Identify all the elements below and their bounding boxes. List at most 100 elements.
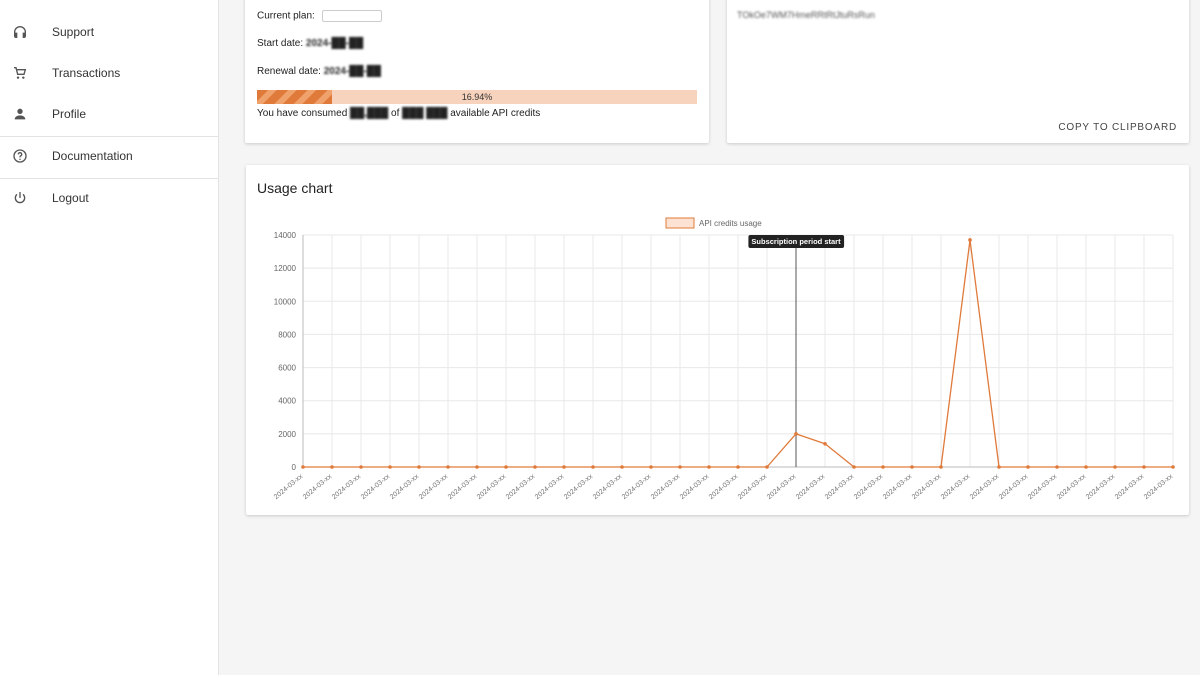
current-plan-row: Current plan: xyxy=(257,10,382,22)
copy-to-clipboard-button[interactable]: COPY TO CLIPBOARD xyxy=(1058,122,1177,133)
annotation-label: Subscription period start xyxy=(751,237,841,246)
data-point xyxy=(533,465,537,469)
current-plan-label: Current plan: xyxy=(257,10,315,22)
sidebar-divider xyxy=(0,178,219,179)
sidebar-item-logout[interactable]: Logout xyxy=(0,180,219,216)
legend-swatch xyxy=(665,217,695,229)
progress-percent: 16.94% xyxy=(461,92,493,102)
total-credits-value: ███ ███ xyxy=(402,108,448,119)
x-tick-label: 2024-03-xx xyxy=(418,473,450,501)
data-point xyxy=(794,432,798,436)
x-tick-label: 2024-03-xx xyxy=(911,473,943,501)
y-tick-label: 14000 xyxy=(274,231,297,240)
x-tick-label: 2024-03-xx xyxy=(1114,473,1146,501)
data-point xyxy=(417,465,421,469)
x-tick-label: 2024-03-xx xyxy=(1143,473,1175,501)
data-point xyxy=(736,465,740,469)
sidebar-item-transactions[interactable]: Transactions xyxy=(0,55,219,91)
legend-label: API credits usage xyxy=(699,219,762,228)
sidebar-item-profile[interactable]: Profile xyxy=(0,96,219,132)
y-tick-label: 12000 xyxy=(274,264,297,273)
y-tick-label: 8000 xyxy=(278,330,296,339)
x-tick-label: 2024-03-xx xyxy=(998,473,1030,501)
consumed-of: of xyxy=(391,108,400,119)
data-point xyxy=(939,465,943,469)
data-point xyxy=(823,442,827,446)
y-tick-label: 10000 xyxy=(274,297,297,306)
y-tick-label: 0 xyxy=(292,463,297,472)
data-point xyxy=(1142,465,1146,469)
headset-icon xyxy=(11,23,29,41)
sidebar-item-support[interactable]: Support xyxy=(0,14,219,50)
sidebar-item-label: Profile xyxy=(52,107,87,121)
x-tick-label: 2024-03-xx xyxy=(853,473,885,501)
renewal-date-value: 2024-██-██ xyxy=(323,66,381,77)
api-key-value: TOkOe7WM7HmeRRtRtJtuRsRun xyxy=(737,10,875,20)
x-tick-label: 2024-03-xx xyxy=(708,473,740,501)
data-point xyxy=(330,465,334,469)
plan-card: Current plan: Start date: 2024-██-██ Ren… xyxy=(245,0,709,143)
x-tick-label: 2024-03-xx xyxy=(1027,473,1059,501)
sidebar-item-label: Documentation xyxy=(52,149,133,163)
x-tick-label: 2024-03-xx xyxy=(766,473,798,501)
data-point xyxy=(1113,465,1117,469)
x-tick-label: 2024-03-xx xyxy=(592,473,624,501)
x-tick-label: 2024-03-xx xyxy=(1085,473,1117,501)
data-point xyxy=(388,465,392,469)
x-tick-label: 2024-03-xx xyxy=(476,473,508,501)
data-point xyxy=(475,465,479,469)
x-tick-label: 2024-03-xx xyxy=(389,473,421,501)
credits-progress-bar: 16.94% xyxy=(257,90,697,104)
current-plan-value xyxy=(321,10,382,22)
data-point xyxy=(852,465,856,469)
data-point xyxy=(910,465,914,469)
data-point xyxy=(504,465,508,469)
x-tick-label: 2024-03-xx xyxy=(679,473,711,501)
x-tick-label: 2024-03-xx xyxy=(650,473,682,501)
x-tick-label: 2024-03-xx xyxy=(940,473,972,501)
sidebar-divider xyxy=(0,136,219,137)
help-circle-icon xyxy=(11,147,29,165)
x-tick-label: 2024-03-xx xyxy=(534,473,566,501)
x-tick-label: 2024-03-xx xyxy=(882,473,914,501)
data-point xyxy=(1026,465,1030,469)
x-tick-label: 2024-03-xx xyxy=(273,473,305,501)
data-point xyxy=(562,465,566,469)
sidebar-item-label: Support xyxy=(52,25,95,39)
x-tick-label: 2024-03-xx xyxy=(331,473,363,501)
data-point xyxy=(1171,465,1175,469)
api-key-card: TOkOe7WM7HmeRRtRtJtuRsRun COPY TO CLIPBO… xyxy=(727,0,1189,143)
data-point xyxy=(301,465,305,469)
y-tick-label: 2000 xyxy=(278,430,296,439)
data-point xyxy=(620,465,624,469)
data-point xyxy=(707,465,711,469)
data-point xyxy=(1055,465,1059,469)
x-tick-label: 2024-03-xx xyxy=(1056,473,1088,501)
sidebar-item-label: Transactions xyxy=(52,66,121,80)
x-tick-label: 2024-03-xx xyxy=(795,473,827,501)
data-point xyxy=(1084,465,1088,469)
sidebar-item-documentation[interactable]: Documentation xyxy=(0,138,219,174)
x-tick-label: 2024-03-xx xyxy=(737,473,769,501)
data-point xyxy=(881,465,885,469)
consumed-suffix: available API credits xyxy=(450,108,541,119)
start-date-value: 2024-██-██ xyxy=(305,38,364,49)
data-point xyxy=(968,238,972,242)
cart-icon xyxy=(11,64,29,82)
start-date-label: Start date: xyxy=(257,38,304,49)
data-point xyxy=(678,465,682,469)
consumed-text: You have consumed ██,███ of ███ ███ avai… xyxy=(257,108,540,119)
consumed-prefix: You have consumed xyxy=(257,108,348,119)
usage-chart: 0 2000 4000 6000 8000 10000 12000 14000 2024-03-… xyxy=(273,217,1175,501)
x-tick-label: 2024-03-xx xyxy=(969,473,1001,501)
start-date-row: Start date: 2024-██-██ xyxy=(257,38,363,49)
data-point xyxy=(997,465,1001,469)
usage-chart-card: Usage chart 0 2000 4000 6000 8000 10000 12000 1… xyxy=(246,165,1189,515)
person-icon xyxy=(11,105,29,123)
data-point xyxy=(359,465,363,469)
x-tick-label: 2024-03-xx xyxy=(621,473,653,501)
data-point xyxy=(591,465,595,469)
x-tick-label: 2024-03-xx xyxy=(505,473,537,501)
x-tick-label: 2024-03-xx xyxy=(563,473,595,501)
sidebar-item-label: Logout xyxy=(52,191,89,205)
